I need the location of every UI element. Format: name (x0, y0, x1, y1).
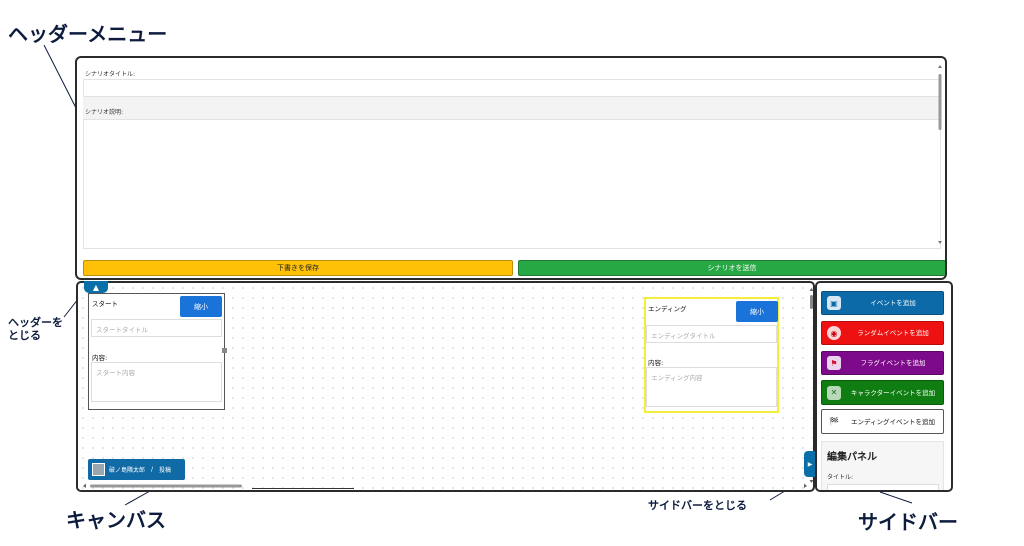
avatar (92, 463, 105, 476)
post-link[interactable]: 投稿 (159, 465, 171, 474)
ending-shrink-button[interactable]: 縮小 (736, 301, 778, 322)
header-scroll-area[interactable]: シナリオタイトル: シナリオ説明: (83, 64, 941, 254)
edit-panel-title-input[interactable] (827, 484, 939, 490)
save-draft-button[interactable]: 下書きを保存 (83, 260, 513, 276)
user-badge[interactable]: 破ノ島隣太郎 / 投稿 (88, 459, 185, 480)
add-random-event-label: ランダムイベントを追加 (857, 329, 929, 337)
checkered-flag-icon: 🏁 (827, 414, 841, 429)
annotation-canvas: キャンバス (66, 508, 166, 532)
user-name: 破ノ島隣太郎 (109, 467, 146, 474)
send-scenario-button[interactable]: シナリオを送信 (518, 260, 945, 276)
header-scrollbar[interactable] (937, 64, 943, 246)
scenario-title-label: シナリオタイトル: (85, 71, 136, 78)
sidebar: ▣ イベントを追加 ◉ ランダムイベントを追加 ⚑ フラグイベントを追加 ✕ キ… (815, 281, 953, 492)
add-ending-event-label: エンディングイベントを追加 (850, 417, 936, 426)
character-icon: ✕ (827, 385, 841, 400)
ending-content-textarea[interactable]: エンディング内容 (646, 367, 777, 407)
ending-card[interactable]: エンディング 縮小 エンディングタイトル 内容: エンディング内容 (644, 297, 779, 413)
start-shrink-button[interactable]: 縮小 (180, 296, 222, 317)
random-icon: ◉ (827, 326, 841, 340)
start-title-input[interactable]: スタートタイトル (91, 319, 222, 337)
event-icon: ▣ (827, 296, 841, 310)
user-separator: / (151, 466, 154, 473)
add-character-event-label: キャラクターイベントを追加 (850, 388, 936, 397)
scenario-description-textarea[interactable] (83, 119, 941, 249)
edit-panel-title-label: タイトル: (827, 474, 854, 481)
add-flag-event-button[interactable]: ⚑ フラグイベントを追加 (821, 351, 944, 375)
edit-panel-title: 編集パネル (827, 452, 877, 463)
annotation-sidebar: サイドバー (858, 510, 958, 534)
annotation-close-sidebar: サイドバーをとじる (648, 499, 747, 512)
ending-heading: エンディング (648, 305, 687, 313)
scenario-description-label: シナリオ説明: (85, 109, 124, 116)
flag-icon: ⚑ (827, 356, 841, 370)
add-event-label: イベントを追加 (870, 299, 916, 307)
add-random-event-button[interactable]: ◉ ランダムイベントを追加 (821, 321, 944, 345)
scenario-title-input[interactable] (83, 79, 941, 97)
start-heading: スタート (92, 300, 118, 308)
annotation-header-menu: ヘッダーメニュー (8, 22, 168, 46)
start-content-textarea[interactable]: スタート内容 (91, 362, 222, 402)
start-card[interactable]: スタート 縮小 スタートタイトル 内容: スタート内容 (88, 293, 227, 410)
start-connector-handle[interactable] (222, 348, 227, 353)
canvas-horizontal-scrollbar[interactable] (82, 483, 809, 489)
annotation-close-header: ヘッダーを とじる (8, 316, 63, 342)
add-flag-event-label: フラグイベントを追加 (860, 359, 926, 367)
ending-title-input[interactable]: エンディングタイトル (646, 325, 777, 343)
toggle-header-button[interactable]: ▲ (84, 281, 108, 293)
header-menu: シナリオタイトル: シナリオ説明: 下書きを保存 シナリオを送信 (75, 56, 947, 280)
add-ending-event-button[interactable]: 🏁 エンディングイベントを追加 (821, 409, 944, 434)
description-label-row (83, 97, 941, 119)
add-event-button[interactable]: ▣ イベントを追加 (821, 291, 944, 315)
add-character-event-button[interactable]: ✕ キャラクターイベントを追加 (821, 380, 944, 405)
edit-panel: 編集パネル タイトル: (821, 441, 944, 490)
ending-content-label: 内容: (648, 359, 664, 367)
start-content-label: 内容: (92, 354, 108, 362)
canvas[interactable]: スタート 縮小 スタートタイトル 内容: スタート内容 エンディング 縮小 エン… (76, 281, 815, 492)
